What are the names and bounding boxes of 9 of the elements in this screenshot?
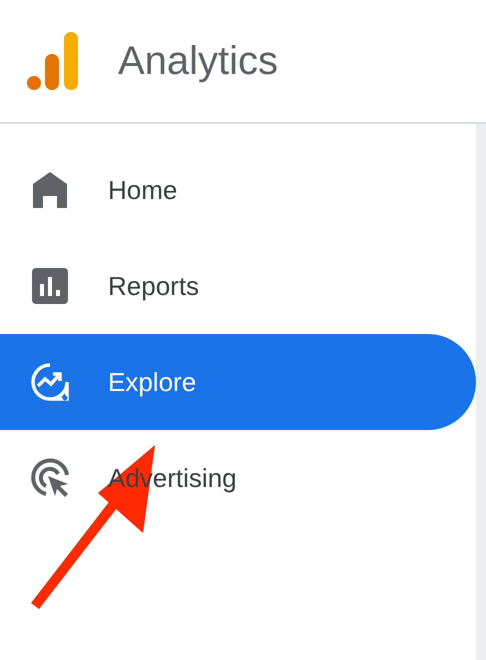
logo-icon bbox=[27, 32, 78, 90]
trend-chart-icon bbox=[30, 362, 70, 402]
nav-item[interactable]: Reports bbox=[0, 238, 476, 334]
app-title: Analytics bbox=[118, 38, 278, 85]
target-cursor-icon bbox=[30, 458, 70, 498]
home-icon bbox=[33, 172, 67, 208]
nav-item[interactable]: Home bbox=[0, 142, 476, 238]
nav-item[interactable]: Explore bbox=[0, 334, 476, 430]
bar-chart-icon bbox=[32, 268, 68, 304]
